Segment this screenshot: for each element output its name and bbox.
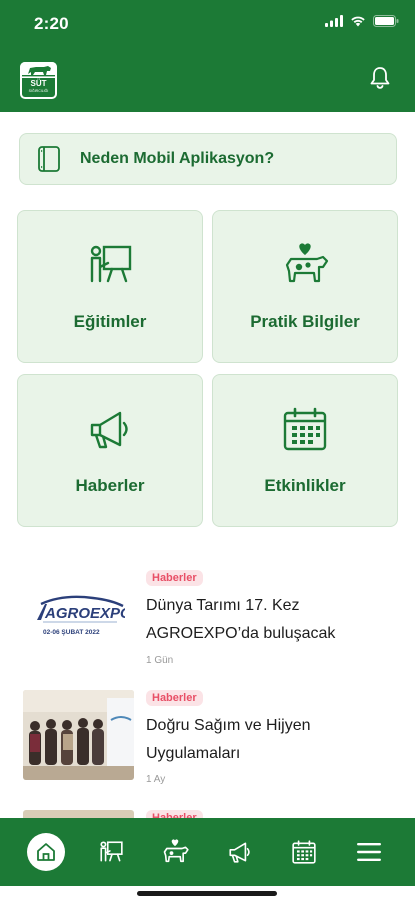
news-date: 1 Ay bbox=[146, 774, 166, 785]
category-badge: Haberler bbox=[146, 810, 203, 818]
cow-heart-icon bbox=[285, 243, 329, 283]
why-mobile-app-banner[interactable]: Neden Mobil Aplikasyon? bbox=[19, 133, 397, 185]
agroexpo-brand: AGROEXPO bbox=[44, 605, 125, 622]
tile-label: Haberler bbox=[75, 476, 145, 495]
battery-icon bbox=[373, 15, 399, 27]
tile-haberler[interactable]: Haberler bbox=[17, 374, 203, 527]
signal-icon bbox=[325, 15, 343, 27]
bell-icon[interactable] bbox=[369, 66, 391, 90]
nav-home-active bbox=[27, 833, 66, 871]
news-title: Doğru Sağım ve Hijyen Uygulamaları bbox=[146, 717, 311, 762]
agroexpo-dates: 02-06 ŞUBAT 2022 bbox=[43, 629, 100, 636]
calendar-icon bbox=[292, 840, 316, 864]
category-badge: Haberler bbox=[146, 570, 203, 586]
mobile-phone-icon bbox=[38, 146, 60, 172]
hamburger-menu-icon bbox=[356, 843, 381, 861]
logo-subtext: SIĞIRCILIĞI bbox=[28, 89, 49, 93]
tile-etkinlikler[interactable]: Etkinlikler bbox=[212, 374, 398, 527]
nav-haberler[interactable] bbox=[220, 832, 260, 872]
agroexpo-logo: AGROEXPO 02-06 ŞUBAT 2022 bbox=[37, 595, 125, 636]
status-icons bbox=[325, 15, 399, 27]
tile-label: Etkinlikler bbox=[264, 476, 346, 495]
training-board-icon bbox=[100, 841, 123, 862]
logo-label: SÜT SIĞIRCILIĞI bbox=[22, 78, 55, 97]
bottom-navigation bbox=[0, 818, 415, 886]
nav-etkinlikler[interactable] bbox=[284, 832, 324, 872]
nav-menu[interactable] bbox=[349, 832, 389, 872]
nav-home[interactable] bbox=[26, 832, 66, 872]
megaphone-icon bbox=[229, 842, 250, 863]
training-board-icon bbox=[90, 245, 132, 283]
nav-egitimler[interactable] bbox=[91, 832, 131, 872]
status-time: 2:20 bbox=[34, 14, 69, 33]
home-indicator[interactable] bbox=[137, 891, 277, 896]
banner-label: Neden Mobil Aplikasyon? bbox=[80, 150, 275, 167]
calendar-icon bbox=[283, 407, 327, 451]
news-title: Dünya Tarımı 17. Kez AGROEXPO’da buluşac… bbox=[146, 597, 336, 642]
tile-pratik-bilgiler[interactable]: Pratik Bilgiler bbox=[212, 210, 398, 363]
cow-heart-icon bbox=[163, 839, 189, 863]
wifi-icon bbox=[351, 16, 365, 27]
tile-egitimler[interactable]: Eğitimler bbox=[17, 210, 203, 363]
news-thumbnail-photo bbox=[23, 690, 134, 780]
home-icon bbox=[37, 843, 56, 861]
app-header: SÜT SIĞIRCILIĞI bbox=[0, 48, 415, 112]
megaphone-icon bbox=[90, 411, 128, 449]
news-thumbnail bbox=[23, 810, 134, 818]
tile-label: Pratik Bilgiler bbox=[250, 312, 360, 331]
logo-cow-graphic bbox=[20, 62, 57, 78]
news-thumbnail: AGROEXPO 02-06 ŞUBAT 2022 bbox=[23, 570, 134, 660]
news-item[interactable]: Haberler bbox=[23, 810, 393, 818]
status-bar: 2:20 bbox=[0, 0, 415, 48]
news-date: 1 Gün bbox=[146, 655, 174, 666]
category-badge: Haberler bbox=[146, 690, 203, 706]
nav-pratik-bilgiler[interactable] bbox=[155, 832, 195, 872]
tile-label: Eğitimler bbox=[73, 312, 147, 331]
logo-text: SÜT bbox=[30, 79, 47, 88]
app-logo[interactable]: SÜT SIĞIRCILIĞI bbox=[20, 62, 57, 99]
